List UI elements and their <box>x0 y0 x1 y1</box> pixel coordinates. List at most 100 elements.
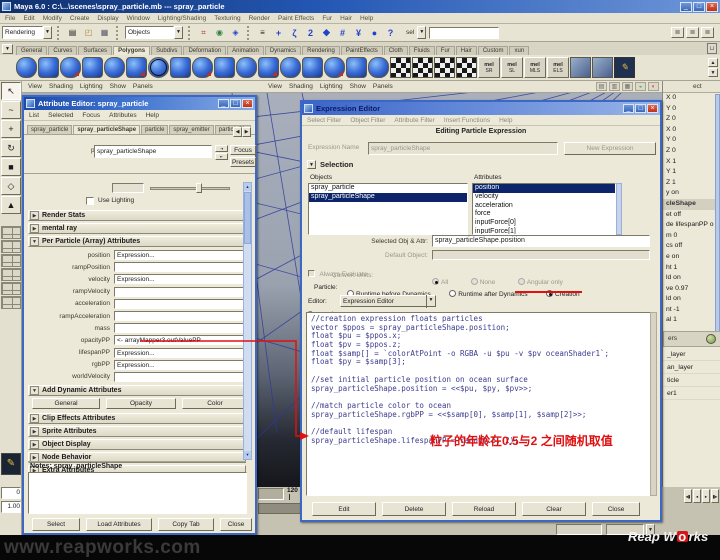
node-name-field[interactable]: spray_particleShape <box>94 145 212 158</box>
scroll-down-icon[interactable]: ▼ <box>244 451 251 459</box>
shelf-icon[interactable] <box>16 57 37 78</box>
channel-row[interactable]: ld on <box>663 273 720 284</box>
range-slider[interactable] <box>258 503 302 514</box>
shelf-icon[interactable] <box>592 57 613 78</box>
runtime-after-radio[interactable] <box>449 290 456 297</box>
channel-row[interactable]: Y 0 <box>663 135 720 146</box>
menu-item[interactable]: Paint Effects <box>278 15 314 22</box>
attribute-list-item[interactable]: inputForce[1] <box>473 228 615 235</box>
shelf-scroll-down-icon[interactable]: ▼ <box>708 68 718 77</box>
shelf-icon[interactable] <box>82 57 103 78</box>
section-object-display[interactable]: ▶Object Display <box>28 439 246 450</box>
channel-row[interactable]: ht 1 <box>663 263 720 274</box>
menu-item[interactable]: Hair <box>340 15 352 22</box>
show-attr-editor-icon[interactable]: ≣ <box>671 27 684 38</box>
shelf-tab[interactable]: Rendering <box>302 46 340 55</box>
shelf-icon[interactable] <box>192 57 213 78</box>
attribute-list-item[interactable]: velocity <box>473 193 615 202</box>
snap-grid-icon[interactable]: ⌗ <box>197 26 210 39</box>
channel-row[interactable]: al 1 <box>663 315 720 326</box>
menu-item[interactable]: Help <box>146 112 159 119</box>
shelf-tab[interactable]: Custom <box>478 46 509 55</box>
chevron-down-icon[interactable]: ▼ <box>174 26 183 39</box>
shelf-icon[interactable] <box>570 57 591 78</box>
threshold-slider-handle[interactable] <box>196 183 202 193</box>
minimize-button[interactable]: _ <box>218 99 229 108</box>
attributes-scrollbar[interactable] <box>616 183 622 235</box>
channel-row[interactable]: Z 0 <box>663 114 720 125</box>
last-tool[interactable]: ▲ <box>1 196 21 214</box>
channel-row[interactable]: Y 1 <box>663 167 720 178</box>
channel-row[interactable]: ld on <box>663 294 720 305</box>
panel-toolbar-icon[interactable]: ▥ <box>609 82 620 91</box>
channel-row[interactable]: e on <box>663 252 720 263</box>
add-color-button[interactable]: Color <box>182 398 248 409</box>
select-button[interactable]: Select <box>32 518 80 531</box>
close-button[interactable]: × <box>242 99 253 108</box>
attribute-value-field[interactable] <box>114 372 244 382</box>
focus-button[interactable]: Focus <box>230 145 256 155</box>
menu-item[interactable]: Focus <box>82 112 100 119</box>
channel-row[interactable]: Y 0 <box>663 104 720 115</box>
layout-graph-button[interactable] <box>1 296 21 309</box>
layout-hypershade-button[interactable] <box>1 282 21 295</box>
channel-row[interactable]: cleShape <box>663 199 720 210</box>
quick-select-input[interactable] <box>429 27 499 39</box>
menu-item[interactable]: Attributes <box>109 112 136 119</box>
chevron-down-icon[interactable]: ▼ <box>43 26 52 39</box>
notes-textarea[interactable] <box>28 472 247 514</box>
close-button[interactable]: Close <box>220 518 252 531</box>
menu-item[interactable]: Create <box>70 15 90 22</box>
ipr-render-icon[interactable]: 2 <box>304 26 317 39</box>
section-clip-effects[interactable]: ▶Clip Effects Attributes <box>28 413 246 424</box>
select-tool[interactable]: ↖ <box>1 82 21 100</box>
minimize-button[interactable]: _ <box>680 2 692 12</box>
layout-persp-outliner-button[interactable] <box>1 268 21 281</box>
node-tab[interactable]: spray_particleShape <box>73 125 140 134</box>
minimize-button[interactable]: _ <box>623 104 634 113</box>
menu-item[interactable]: Lighting/Shading <box>158 15 206 22</box>
chevron-down-icon[interactable]: ▼ <box>307 160 316 169</box>
channel-row[interactable]: cs off <box>663 241 720 252</box>
shelf-icon[interactable] <box>324 57 345 78</box>
shelf-tab[interactable]: Curves <box>48 46 77 55</box>
node-tab[interactable]: spray_particle <box>27 125 72 134</box>
panel-menu-item[interactable]: View <box>28 83 42 90</box>
menu-item[interactable]: Texturing <box>214 15 240 22</box>
playback-rate-field[interactable]: 1.00 <box>1 501 21 513</box>
attributes-list[interactable]: positionvelocityaccelerationforceinputFo… <box>472 183 616 235</box>
render-settings-icon[interactable]: ◆ <box>320 26 333 39</box>
close-button[interactable]: Close <box>592 502 640 516</box>
scroll-thumb[interactable] <box>244 192 251 244</box>
channel-row[interactable]: nt -1 <box>663 305 720 316</box>
maximize-button[interactable]: □ <box>230 99 241 108</box>
divider[interactable] <box>247 26 251 40</box>
menu-item[interactable]: Help <box>499 117 512 124</box>
node-tab[interactable]: spray_emitter <box>169 125 213 134</box>
help-icon[interactable]: ? <box>384 26 397 39</box>
attribute-value-field[interactable]: <- arrayMapper3.outValuePP <box>114 335 244 345</box>
menu-set-selector[interactable]: Rendering ▼ <box>2 26 52 39</box>
focus-in-icon[interactable]: ⇥ <box>215 145 228 152</box>
mel-script-button[interactable]: melELS <box>547 57 569 78</box>
panel-toolbar-icon[interactable]: ▦ <box>622 82 633 91</box>
shelf-tab-picker[interactable]: ▼ <box>2 44 13 54</box>
channel-row[interactable]: ve 0.97 <box>663 284 720 295</box>
panel-menu-item[interactable]: View <box>268 83 282 90</box>
render-icon[interactable]: ζ <box>288 26 301 39</box>
attribute-list-item[interactable]: force <box>473 210 615 219</box>
shelf-tab[interactable]: xun <box>509 46 529 55</box>
shelf-icon[interactable] <box>258 57 279 78</box>
create-layer-icon[interactable] <box>706 334 716 344</box>
maximize-button[interactable]: □ <box>693 2 705 12</box>
currency-icon[interactable]: ¥ <box>352 26 365 39</box>
use-lighting-checkbox[interactable] <box>86 197 94 205</box>
panel-menu-item[interactable]: Panels <box>373 83 393 90</box>
checker-shelf-icon[interactable] <box>434 57 455 78</box>
section-per-particle[interactable]: ▼Per Particle (Array) Attributes <box>28 236 246 247</box>
menu-item[interactable]: Insert Functions <box>444 117 490 124</box>
range-start-field[interactable]: 0 <box>1 487 21 499</box>
shelf-icon[interactable] <box>170 57 191 78</box>
show-tool-settings-icon[interactable]: ≣ <box>686 27 699 38</box>
save-scene-icon[interactable]: ▦ <box>98 26 111 39</box>
